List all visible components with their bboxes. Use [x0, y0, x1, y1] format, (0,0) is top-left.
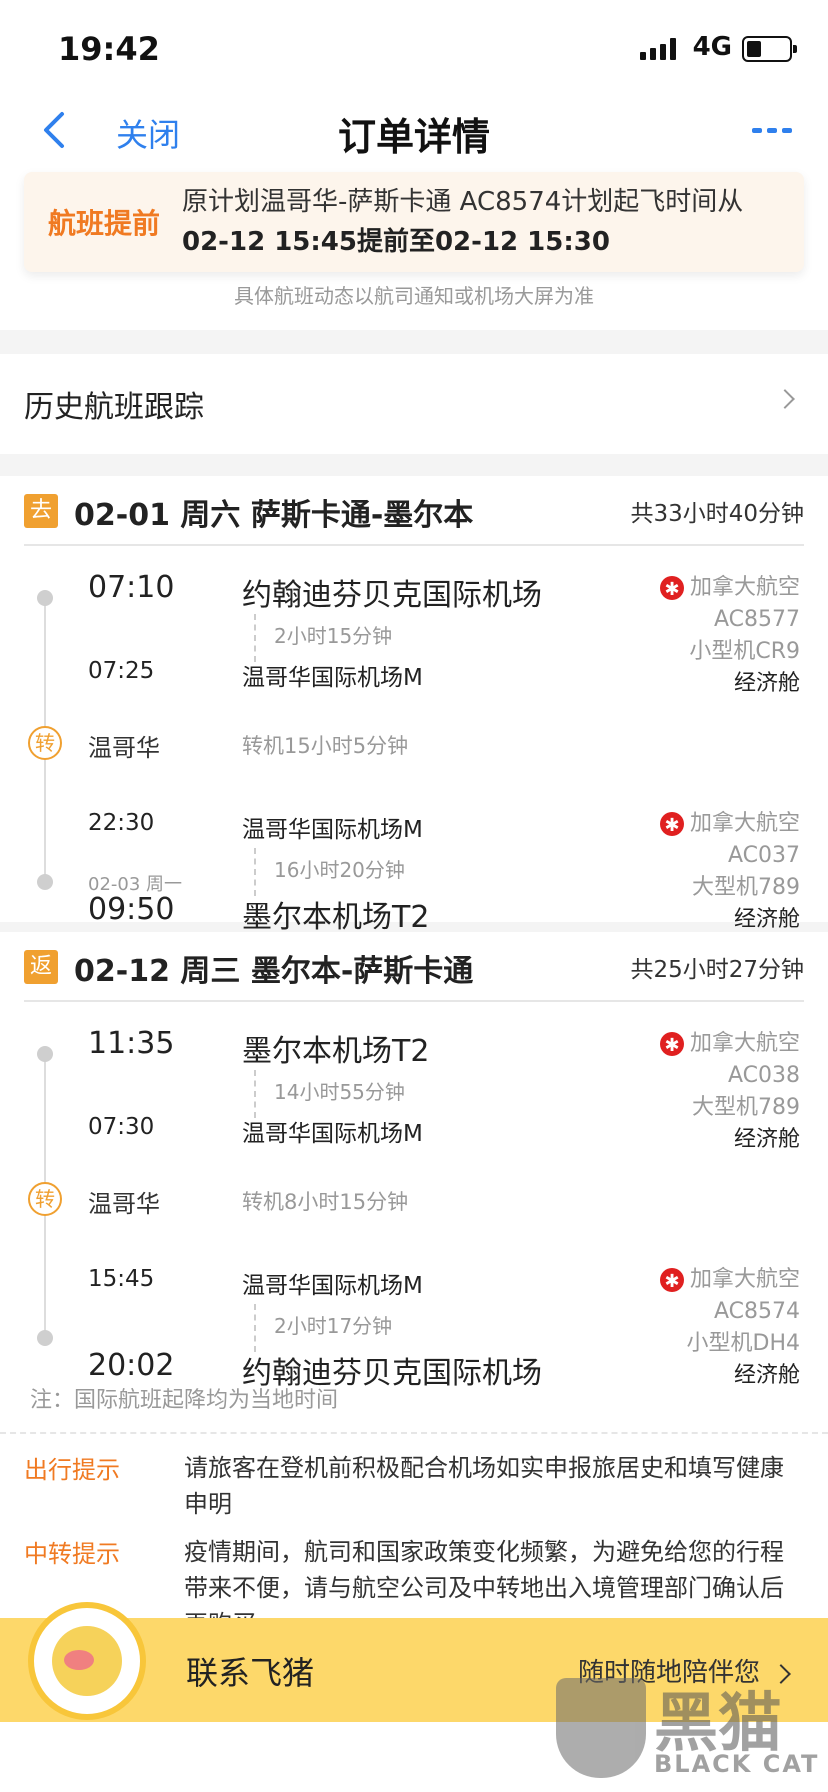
dep-airport: 约翰迪芬贝克国际机场 — [242, 578, 542, 613]
dep-time: 11:35 — [88, 1026, 175, 1061]
return-total-duration: 共25小时27分钟 — [630, 957, 804, 983]
arr-airport: 温哥华国际机场M — [242, 665, 423, 691]
arr-time: 20:02 — [88, 1348, 175, 1383]
flight-number: AC037 — [727, 843, 800, 868]
aircraft-type: 小型机DH4 — [686, 1331, 800, 1356]
aircraft-type: 大型机789 — [692, 875, 800, 900]
return-badge: 返 — [24, 950, 58, 984]
duration-dash — [254, 1070, 256, 1118]
alert-tag: 航班提前 — [48, 207, 161, 240]
air-canada-logo-icon — [659, 1266, 684, 1298]
flight-number: AC8574 — [713, 1299, 800, 1324]
flight-number: AC038 — [727, 1063, 800, 1088]
arr-time: 07:30 — [88, 1114, 155, 1140]
duration-dash — [254, 848, 256, 896]
dep-time: 22:30 — [88, 810, 155, 836]
outbound-header: 去 02-01 周六 萨斯卡通-墨尔本 共33小时40分钟 — [24, 476, 804, 546]
flight-change-alert: 航班提前 原计划温哥华-萨斯卡通 AC8574计划起飞时间从 02-12 15:… — [24, 172, 804, 272]
history-tracking-row[interactable]: 历史航班跟踪 — [0, 354, 828, 454]
timeline-dot — [37, 874, 53, 890]
aircraft-type: 小型机CR9 — [689, 639, 800, 664]
transfer-badge: 转 — [28, 726, 62, 760]
flight-info: 加拿大航空 AC038 大型机789 经济舱 — [659, 1028, 800, 1156]
blackcat-watermark: 黑猫 BLACK CAT — [550, 1672, 820, 1788]
transfer-city: 温哥华 — [88, 1190, 160, 1218]
more-icon[interactable] — [752, 128, 792, 133]
flight-info: 加拿大航空 AC037 大型机789 经济舱 — [659, 808, 800, 936]
dep-time: 15:45 — [88, 1266, 155, 1292]
airline-name: 加拿大航空 — [689, 1031, 800, 1056]
page-title: 订单详情 — [337, 115, 490, 159]
arr-airport: 约翰迪芬贝克国际机场 — [242, 1356, 542, 1391]
dep-airport: 温哥华国际机场M — [242, 1273, 423, 1299]
outbound-body: 转 07:10 约翰迪芬贝克国际机场 2小时15分钟 07:25 温哥华国际机场… — [0, 546, 828, 935]
duration-dash — [254, 1304, 256, 1352]
dep-time: 07:10 — [88, 570, 175, 605]
aircraft-type: 大型机789 — [692, 1095, 800, 1120]
air-canada-logo-icon — [659, 574, 684, 606]
flight-info: 加拿大航空 AC8574 小型机DH4 经济舱 — [659, 1264, 800, 1392]
air-canada-logo-icon — [659, 1030, 684, 1062]
signal-icon — [640, 38, 676, 60]
contact-label: 联系飞猪 — [186, 1654, 315, 1692]
network-type: 4G — [692, 32, 732, 62]
return-body: 转 11:35 墨尔本机场T2 14小时55分钟 07:30 温哥华国际机场M … — [0, 1002, 828, 1391]
timeline-dot — [37, 590, 53, 606]
status-bar: 19:42 4G — [0, 0, 828, 92]
alert-message: 原计划温哥华-萨斯卡通 AC8574计划起飞时间从 02-12 15:45提前至… — [182, 182, 792, 262]
history-label: 历史航班跟踪 — [24, 390, 204, 425]
cabin-class: 经济舱 — [733, 671, 800, 696]
flight-info: 加拿大航空 AC8577 小型机CR9 经济舱 — [659, 572, 800, 700]
dep-airport: 墨尔本机场T2 — [242, 1034, 430, 1069]
cabin-class: 经济舱 — [733, 1363, 800, 1388]
duration-dash — [254, 614, 256, 662]
tip-row: 出行提示 请旅客在登机前积极配合机场如实申报旅居史和填写健康申明 — [24, 1450, 798, 1522]
air-canada-logo-icon — [659, 810, 684, 842]
alert-line-1: 原计划温哥华-萨斯卡通 AC8574计划起飞时间从 — [182, 187, 744, 217]
airline-name: 加拿大航空 — [689, 811, 800, 836]
leg-duration: 16小时20分钟 — [274, 858, 405, 882]
tip-text: 请旅客在登机前积极配合机场如实申报旅居史和填写健康申明 — [184, 1454, 784, 1518]
airline-name: 加拿大航空 — [689, 1267, 800, 1292]
chevron-right-icon — [775, 389, 795, 409]
arr-time: 07:25 — [88, 658, 155, 684]
outbound-badge: 去 — [24, 494, 58, 528]
arr-airport: 温哥华国际机场M — [242, 1121, 423, 1147]
alert-section: 航班提前 原计划温哥华-萨斯卡通 AC8574计划起飞时间从 02-12 15:… — [0, 172, 828, 278]
tip-label: 出行提示 — [24, 1456, 120, 1484]
cabin-class: 经济舱 — [733, 1127, 800, 1152]
leg-duration: 2小时17分钟 — [274, 1314, 393, 1338]
flight-itinerary: 去 02-01 周六 萨斯卡通-墨尔本 共33小时40分钟 转 07:10 约翰… — [0, 476, 828, 1674]
timeline-dot — [37, 1046, 53, 1062]
arr-airport: 墨尔本机场T2 — [242, 900, 430, 935]
transfer-duration: 转机15小时5分钟 — [242, 734, 409, 758]
status-time: 19:42 — [58, 30, 160, 68]
return-header: 返 02-12 周三 墨尔本-萨斯卡通 共25小时27分钟 — [24, 932, 804, 1002]
transfer-duration: 转机8小时15分钟 — [242, 1190, 409, 1214]
alert-line-2: 02-12 15:45提前至02-12 15:30 — [182, 227, 610, 257]
return-route: 02-12 周三 墨尔本-萨斯卡通 — [74, 954, 474, 989]
cat-shield-icon — [556, 1678, 646, 1778]
outbound-route: 02-01 周六 萨斯卡通-墨尔本 — [74, 498, 474, 533]
leg-duration: 2小时15分钟 — [274, 624, 393, 648]
timeline-dot — [37, 1330, 53, 1346]
watermark-en: BLACK CAT — [654, 1750, 820, 1778]
dep-airport: 温哥华国际机场M — [242, 817, 423, 843]
transfer-city: 温哥华 — [88, 734, 160, 762]
flight-number: AC8577 — [713, 607, 800, 632]
fliggy-mascot-icon — [28, 1602, 146, 1720]
nav-bar: 关闭 订单详情 — [0, 92, 828, 172]
arr-time: 09:50 — [88, 892, 175, 927]
outbound-total-duration: 共33小时40分钟 — [630, 501, 804, 527]
battery-icon — [742, 36, 797, 62]
disclaimer: 具体航班动态以航司通知或机场大屏为准 — [0, 278, 828, 330]
transfer-badge: 转 — [28, 1182, 62, 1216]
leg-duration: 14小时55分钟 — [274, 1080, 405, 1104]
airline-name: 加拿大航空 — [689, 575, 800, 600]
